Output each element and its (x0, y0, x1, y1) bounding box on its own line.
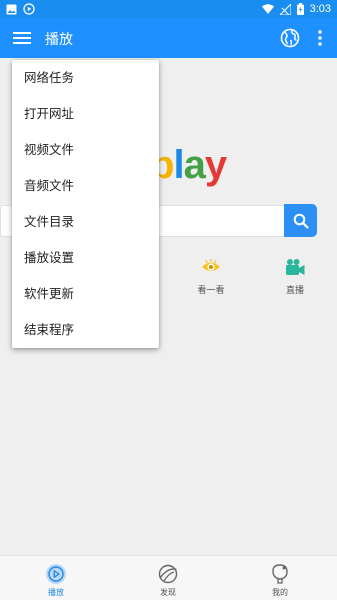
quick-link-watch[interactable]: 看一看 (191, 258, 231, 296)
tab-discover[interactable]: 发现 (112, 556, 224, 600)
menu-item-video-files[interactable]: 视频文件 (12, 132, 159, 168)
hamburger-menu-icon[interactable] (12, 28, 32, 48)
profile-icon (272, 564, 288, 584)
menu-item-network-tasks[interactable]: 网络任务 (12, 60, 159, 96)
app-logo: play (150, 143, 227, 188)
search-icon (293, 213, 309, 229)
more-vertical-icon[interactable] (312, 28, 328, 48)
menu-item-exit[interactable]: 结束程序 (12, 312, 159, 348)
status-time: 3:03 (309, 3, 331, 15)
tab-play[interactable]: 播放 (0, 556, 112, 600)
compass-icon (158, 564, 178, 584)
logo-letter: a (183, 143, 206, 187)
menu-item-open-url[interactable]: 打开网址 (12, 96, 159, 132)
video-camera-icon (286, 259, 305, 275)
bottom-tab-bar: 播放 发现 我的 (0, 555, 337, 600)
navigation-menu: 网络任务 打开网址 视频文件 音频文件 文件目录 播放设置 软件更新 结束程序 (12, 60, 159, 348)
tab-profile[interactable]: 我的 (224, 556, 336, 600)
wifi-icon (261, 4, 274, 14)
logo-letter: l (173, 143, 184, 187)
quick-link-label: 看一看 (197, 286, 225, 296)
no-signal-icon (279, 3, 291, 15)
play-icon (46, 564, 66, 584)
tab-label: 我的 (272, 588, 288, 597)
menu-item-audio-files[interactable]: 音频文件 (12, 168, 159, 204)
menu-item-file-directory[interactable]: 文件目录 (12, 204, 159, 240)
quick-link-live[interactable]: 直播 (275, 258, 315, 296)
logo-letter: y (204, 143, 227, 187)
image-notification-icon (6, 4, 17, 14)
app-bar: 播放 (0, 18, 337, 58)
tab-label: 播放 (48, 588, 64, 597)
player-notification-icon (23, 3, 35, 15)
menu-item-software-update[interactable]: 软件更新 (12, 276, 159, 312)
quick-link-label: 直播 (285, 286, 304, 296)
status-bar: 3:03 (0, 0, 337, 18)
search-button[interactable] (284, 204, 317, 237)
tab-label: 发现 (160, 588, 176, 597)
page-title: 播放 (45, 32, 73, 48)
menu-item-playback-settings[interactable]: 播放设置 (12, 240, 159, 276)
eye-icon (202, 259, 220, 271)
battery-icon (296, 3, 304, 15)
globe-icon[interactable] (279, 27, 301, 49)
